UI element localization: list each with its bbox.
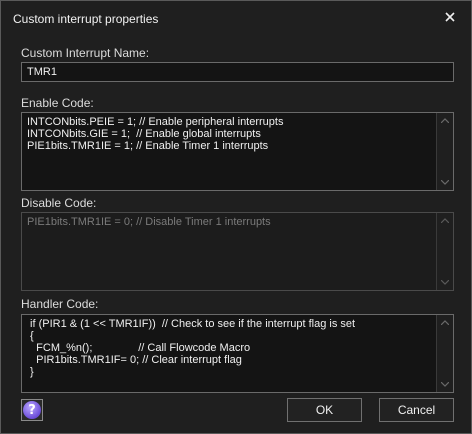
disable-code-label: Disable Code: (21, 196, 97, 210)
custom-interrupt-dialog: Custom interrupt properties Custom Inter… (0, 0, 472, 434)
disable-code-textarea[interactable]: PIE1bits.TMR1IE = 0; // Disable Timer 1 … (21, 212, 454, 291)
chevron-up-icon (441, 118, 449, 123)
chevron-down-icon (441, 280, 449, 285)
handler-code-scrollbar[interactable] (436, 315, 453, 392)
scroll-down-button[interactable] (437, 377, 453, 392)
enable-code-textarea[interactable]: INTCONbits.PEIE = 1; // Enable periphera… (21, 112, 454, 191)
chevron-down-icon (441, 382, 449, 387)
scroll-up-button[interactable] (437, 113, 453, 128)
close-icon (445, 12, 455, 22)
window-title: Custom interrupt properties (13, 12, 159, 26)
enable-code-scrollbar[interactable] (436, 113, 453, 190)
handler-code-textarea[interactable]: if (PIR1 & (1 << TMR1IF)) // Check to se… (21, 314, 454, 393)
ok-button[interactable]: OK (287, 398, 362, 422)
interrupt-name-label: Custom Interrupt Name: (21, 46, 150, 60)
handler-code-text: if (PIR1 & (1 << TMR1IF)) // Check to se… (30, 318, 356, 378)
chevron-up-icon (441, 320, 449, 325)
help-icon: ? (23, 401, 41, 419)
disable-code-scrollbar[interactable] (436, 213, 453, 290)
interrupt-name-input[interactable]: TMR1 (21, 62, 454, 82)
close-button[interactable] (437, 6, 463, 28)
chevron-down-icon (441, 180, 449, 185)
scroll-down-button[interactable] (437, 275, 453, 290)
disable-code-text: PIE1bits.TMR1IE = 0; // Disable Timer 1 … (27, 216, 271, 228)
enable-code-label: Enable Code: (21, 96, 94, 110)
scroll-up-button[interactable] (437, 315, 453, 330)
handler-code-label: Handler Code: (21, 297, 99, 311)
help-button[interactable]: ? (21, 399, 43, 421)
chevron-up-icon (441, 218, 449, 223)
scroll-down-button[interactable] (437, 175, 453, 190)
cancel-button[interactable]: Cancel (379, 398, 454, 422)
enable-code-text: INTCONbits.PEIE = 1; // Enable periphera… (27, 116, 284, 152)
scroll-up-button[interactable] (437, 213, 453, 228)
title-bar: Custom interrupt properties (1, 1, 471, 37)
